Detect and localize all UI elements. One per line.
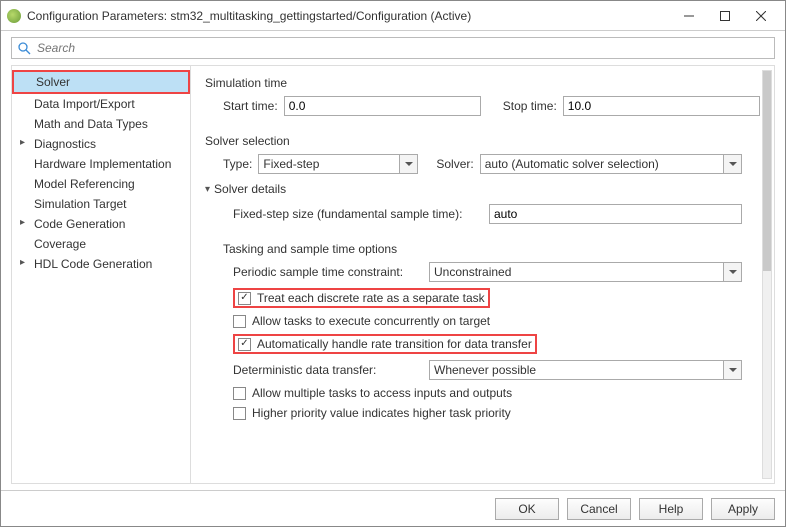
chevron-down-icon [723,361,741,379]
maximize-icon [720,11,730,21]
fixed-step-label: Fixed-step size (fundamental sample time… [233,207,483,221]
periodic-row: Periodic sample time constraint: Unconst… [233,262,760,282]
checkbox-allow-concurrent[interactable] [233,315,246,328]
help-button[interactable]: Help [639,498,703,520]
simulation-time-heading: Simulation time [205,76,760,90]
deterministic-dropdown[interactable]: Whenever possible [429,360,742,380]
solver-value: auto (Automatic solver selection) [481,157,723,171]
sidebar-item-math-data-types[interactable]: Math and Data Types [12,114,190,134]
close-icon [756,11,766,21]
checkbox-treat-discrete-rate[interactable] [238,292,251,305]
sidebar-item-code-generation[interactable]: Code Generation [12,214,190,234]
solver-selection-heading: Solver selection [205,134,760,148]
cancel-button[interactable]: Cancel [567,498,631,520]
checkbox-allow-concurrent-label: Allow tasks to execute concurrently on t… [252,314,490,328]
search-input[interactable] [35,40,768,56]
sidebar-item-simulation-target[interactable]: Simulation Target [12,194,190,214]
sidebar-item-hardware-implementation[interactable]: Hardware Implementation [12,154,190,174]
body: Solver Data Import/Export Math and Data … [1,65,785,490]
sidebar-item-coverage[interactable]: Coverage [12,234,190,254]
minimize-icon [684,11,694,21]
periodic-value: Unconstrained [430,265,723,279]
chevron-down-icon [723,263,741,281]
cb-row-multiple-access: Allow multiple tasks to access inputs an… [233,386,760,400]
ok-button[interactable]: OK [495,498,559,520]
tasking-heading: Tasking and sample time options [223,242,760,256]
category-sidebar[interactable]: Solver Data Import/Export Math and Data … [11,65,191,484]
search-bar [1,31,785,65]
type-value: Fixed-step [259,157,399,171]
solver-dropdown[interactable]: auto (Automatic solver selection) [480,154,742,174]
titlebar: Configuration Parameters: stm32_multitas… [1,1,785,31]
sidebar-item-solver[interactable]: Solver [12,70,190,94]
search-icon [18,42,31,55]
checkbox-auto-rate-label: Automatically handle rate transition for… [257,337,532,351]
window-title: Configuration Parameters: stm32_multitas… [27,9,671,23]
checkbox-treat-label: Treat each discrete rate as a separate t… [257,291,485,305]
solver-selection-row: Type: Fixed-step Solver: auto (Automatic… [223,154,760,174]
solver-details-label: Solver details [214,182,286,196]
fixed-step-row: Fixed-step size (fundamental sample time… [233,204,760,224]
config-params-window: Configuration Parameters: stm32_multitas… [0,0,786,527]
checkbox-priority-label: Higher priority value indicates higher t… [252,406,511,420]
cb-row-allow-concurrent: Allow tasks to execute concurrently on t… [233,314,760,328]
cb-row-auto-rate: Automatically handle rate transition for… [233,334,760,354]
stop-time-label: Stop time: [503,99,557,113]
checkbox-multiple-tasks-access[interactable] [233,387,246,400]
simulation-time-row: Start time: Stop time: [223,96,760,116]
periodic-label: Periodic sample time constraint: [233,265,423,279]
sidebar-item-hdl-code-generation[interactable]: HDL Code Generation [12,254,190,274]
sidebar-item-diagnostics[interactable]: Diagnostics [12,134,190,154]
close-button[interactable] [743,2,779,30]
minimize-button[interactable] [671,2,707,30]
scrollbar[interactable] [762,70,772,479]
solver-label: Solver: [436,157,473,171]
deterministic-value: Whenever possible [430,363,723,377]
chevron-down-icon [399,155,417,173]
checkbox-higher-priority[interactable] [233,407,246,420]
fixed-step-input[interactable] [489,204,742,224]
cb-row-treat: Treat each discrete rate as a separate t… [233,288,760,308]
chevron-down-icon [723,155,741,173]
deterministic-row: Deterministic data transfer: Whenever po… [233,360,760,380]
start-time-label: Start time: [223,99,278,113]
stop-time-input[interactable] [563,96,760,116]
sidebar-item-data-import-export[interactable]: Data Import/Export [12,94,190,114]
periodic-dropdown[interactable]: Unconstrained [429,262,742,282]
type-dropdown[interactable]: Fixed-step [258,154,418,174]
checkbox-multiple-access-label: Allow multiple tasks to access inputs an… [252,386,512,400]
sidebar-item-model-referencing[interactable]: Model Referencing [12,174,190,194]
type-label: Type: [223,157,252,171]
solver-details-heading[interactable]: Solver details [205,182,760,196]
search-box[interactable] [11,37,775,59]
cb-row-priority: Higher priority value indicates higher t… [233,406,760,420]
checkbox-auto-rate-transition[interactable] [238,338,251,351]
deterministic-label: Deterministic data transfer: [233,363,423,377]
content-pane: Simulation time Start time: Stop time: S… [191,65,775,484]
apply-button[interactable]: Apply [711,498,775,520]
maximize-button[interactable] [707,2,743,30]
scrollbar-thumb[interactable] [763,71,771,271]
footer: OK Cancel Help Apply [1,490,785,526]
start-time-input[interactable] [284,96,481,116]
app-icon [7,9,21,23]
